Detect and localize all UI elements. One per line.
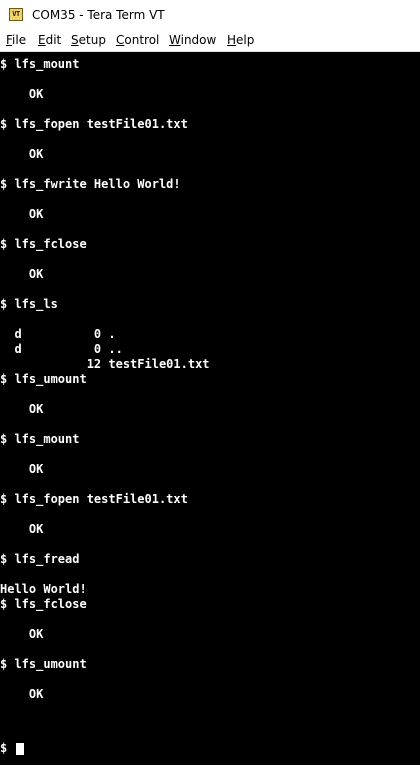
- menu-file[interactable]: File: [6, 33, 26, 47]
- title-bar[interactable]: VT COM35 - Tera Term VT: [0, 0, 420, 31]
- terminal-command-line: $ lfs_umount: [0, 372, 87, 386]
- menu-window-label: indow: [180, 33, 217, 47]
- tera-term-app-icon[interactable]: VT: [9, 8, 23, 21]
- terminal-output-line: d 0 ..: [0, 342, 123, 356]
- menu-edit-accel: E: [38, 33, 46, 47]
- menu-control[interactable]: Control: [116, 33, 159, 47]
- terminal-output-line: Hello World!: [0, 582, 87, 596]
- terminal-command-line: $ lfs_fopen testFile01.txt: [0, 492, 188, 506]
- menu-bar: File Edit Setup Control Window Help: [0, 31, 420, 52]
- terminal-output-line: d 0 .: [0, 327, 116, 341]
- terminal-command-line: $ lfs_fwrite Hello World!: [0, 177, 181, 191]
- terminal-command-line: $ lfs_fclose: [0, 237, 87, 251]
- terminal-command-line: $ lfs_umount: [0, 657, 87, 671]
- menu-window-accel: W: [169, 33, 181, 47]
- terminal-output-line: OK: [0, 87, 44, 101]
- menu-edit[interactable]: Edit: [38, 33, 61, 47]
- terminal-command-line: $ lfs_mount: [0, 432, 80, 446]
- menu-control-label: ontrol: [124, 33, 160, 47]
- terminal-output-line: 12 testFile01.txt: [0, 357, 210, 371]
- terminal-output-line: OK: [0, 402, 44, 416]
- menu-window[interactable]: Window: [169, 33, 216, 47]
- terminal-output-line: OK: [0, 207, 44, 221]
- terminal-output-line: OK: [0, 627, 44, 641]
- terminal-output-line: OK: [0, 462, 44, 476]
- terminal-command-line: $ lfs_ls: [0, 297, 58, 311]
- menu-help-label: elp: [236, 33, 255, 47]
- terminal-prompt: $: [0, 741, 15, 755]
- terminal-output-line: OK: [0, 267, 44, 281]
- terminal-command-line: $ lfs_fopen testFile01.txt: [0, 117, 188, 131]
- terminal-output-line: OK: [0, 687, 44, 701]
- window-title: COM35 - Tera Term VT: [32, 8, 165, 22]
- menu-help-accel: H: [227, 33, 237, 47]
- terminal-screen[interactable]: $ $ lfs_mount OK $ lfs_fopen testFile01.t…: [0, 52, 420, 765]
- text-cursor: [16, 743, 24, 755]
- menu-help[interactable]: Help: [227, 33, 254, 47]
- terminal-command-line: $ lfs_fclose: [0, 597, 87, 611]
- menu-setup-accel: S: [71, 33, 79, 47]
- menu-setup-label: etup: [78, 33, 106, 47]
- menu-file-label: ile: [12, 33, 27, 47]
- terminal-command-line: $ lfs_fread: [0, 552, 80, 566]
- terminal-output-line: OK: [0, 522, 44, 536]
- menu-edit-label: dit: [45, 33, 62, 47]
- terminal-output-line: OK: [0, 147, 44, 161]
- terminal-command-line: $ lfs_mount: [0, 57, 80, 71]
- menu-setup[interactable]: Setup: [71, 33, 106, 47]
